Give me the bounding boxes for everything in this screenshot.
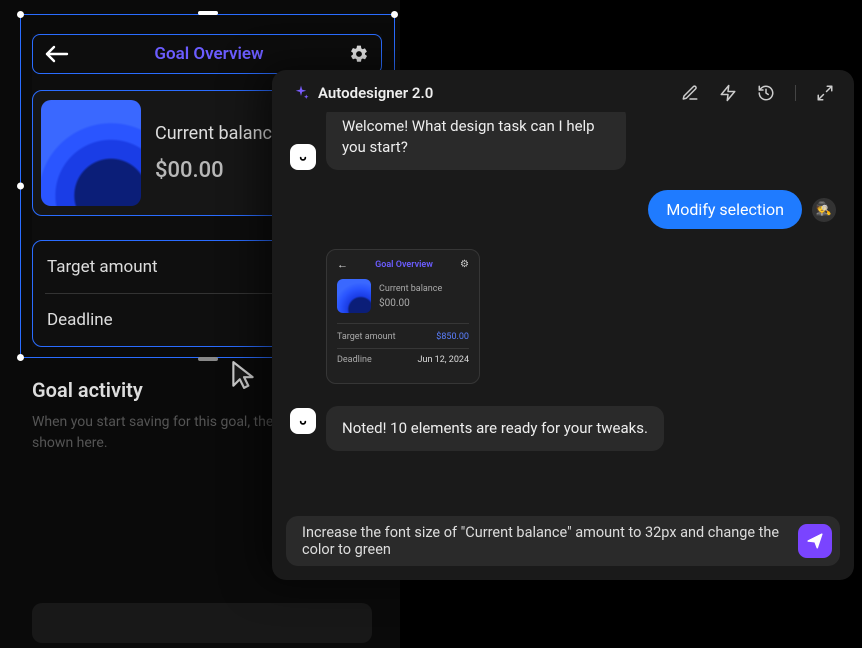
resize-handle[interactable] bbox=[17, 183, 24, 190]
chat-panel: Autodesigner 2.0 Welcome! What design ta… bbox=[272, 70, 854, 580]
chat-input-bar[interactable]: Increase the font size of "Current balan… bbox=[286, 516, 840, 566]
selection-preview[interactable]: ← Goal Overview ⚙ Current balance $00.00… bbox=[326, 249, 480, 384]
preview-row-value: Jun 12, 2024 bbox=[418, 355, 469, 365]
bot-avatar bbox=[290, 408, 316, 434]
preview-row-label: Target amount bbox=[337, 332, 396, 342]
resize-handle[interactable] bbox=[198, 11, 218, 15]
bot-message: Noted! 10 elements are ready for your tw… bbox=[326, 406, 664, 451]
preview-row-label: Deadline bbox=[337, 355, 372, 365]
resize-handle[interactable] bbox=[391, 11, 398, 18]
gear-icon: ⚙ bbox=[460, 259, 469, 270]
expand-icon[interactable] bbox=[816, 84, 834, 102]
balance-label: Current balance bbox=[155, 123, 281, 144]
preview-title: Goal Overview bbox=[375, 260, 433, 270]
screen-header[interactable]: Goal Overview bbox=[32, 34, 382, 74]
sparkle-icon bbox=[292, 84, 310, 102]
bot-avatar bbox=[290, 144, 316, 170]
message-row: Modify selection 🕵️ bbox=[290, 190, 836, 229]
history-icon[interactable] bbox=[757, 84, 775, 102]
gear-icon[interactable] bbox=[349, 44, 369, 64]
send-button[interactable] bbox=[798, 524, 832, 558]
preview-balance-amount: $00.00 bbox=[379, 298, 442, 309]
message-row: Noted! 10 elements are ready for your tw… bbox=[290, 406, 836, 451]
chat-header: Autodesigner 2.0 bbox=[272, 70, 854, 112]
preview-balance-label: Current balance bbox=[379, 284, 442, 294]
screen-title: Goal Overview bbox=[154, 44, 263, 64]
divider bbox=[795, 85, 796, 101]
goal-image bbox=[41, 100, 141, 206]
user-avatar: 🕵️ bbox=[812, 198, 836, 222]
back-arrow-icon: ← bbox=[337, 258, 348, 271]
resize-handle[interactable] bbox=[17, 11, 24, 18]
resize-handle[interactable] bbox=[17, 354, 24, 361]
brand: Autodesigner 2.0 bbox=[292, 84, 433, 102]
bolt-icon[interactable] bbox=[719, 84, 737, 102]
message-row: Welcome! What design task can I help you… bbox=[290, 112, 836, 170]
chat-body: Welcome! What design task can I help you… bbox=[272, 112, 854, 516]
balance-amount: $00.00 bbox=[155, 158, 281, 183]
bottom-bar bbox=[32, 603, 372, 643]
brand-name: Autodesigner 2.0 bbox=[318, 84, 433, 102]
user-message: Modify selection bbox=[648, 190, 802, 229]
back-arrow-icon[interactable] bbox=[45, 44, 69, 64]
chat-input[interactable]: Increase the font size of "Current balan… bbox=[302, 524, 788, 558]
edit-icon[interactable] bbox=[681, 84, 699, 102]
resize-handle[interactable] bbox=[198, 357, 218, 361]
goal-image bbox=[337, 279, 371, 313]
bot-message: Welcome! What design task can I help you… bbox=[326, 112, 626, 170]
preview-row-value: $850.00 bbox=[436, 332, 469, 342]
